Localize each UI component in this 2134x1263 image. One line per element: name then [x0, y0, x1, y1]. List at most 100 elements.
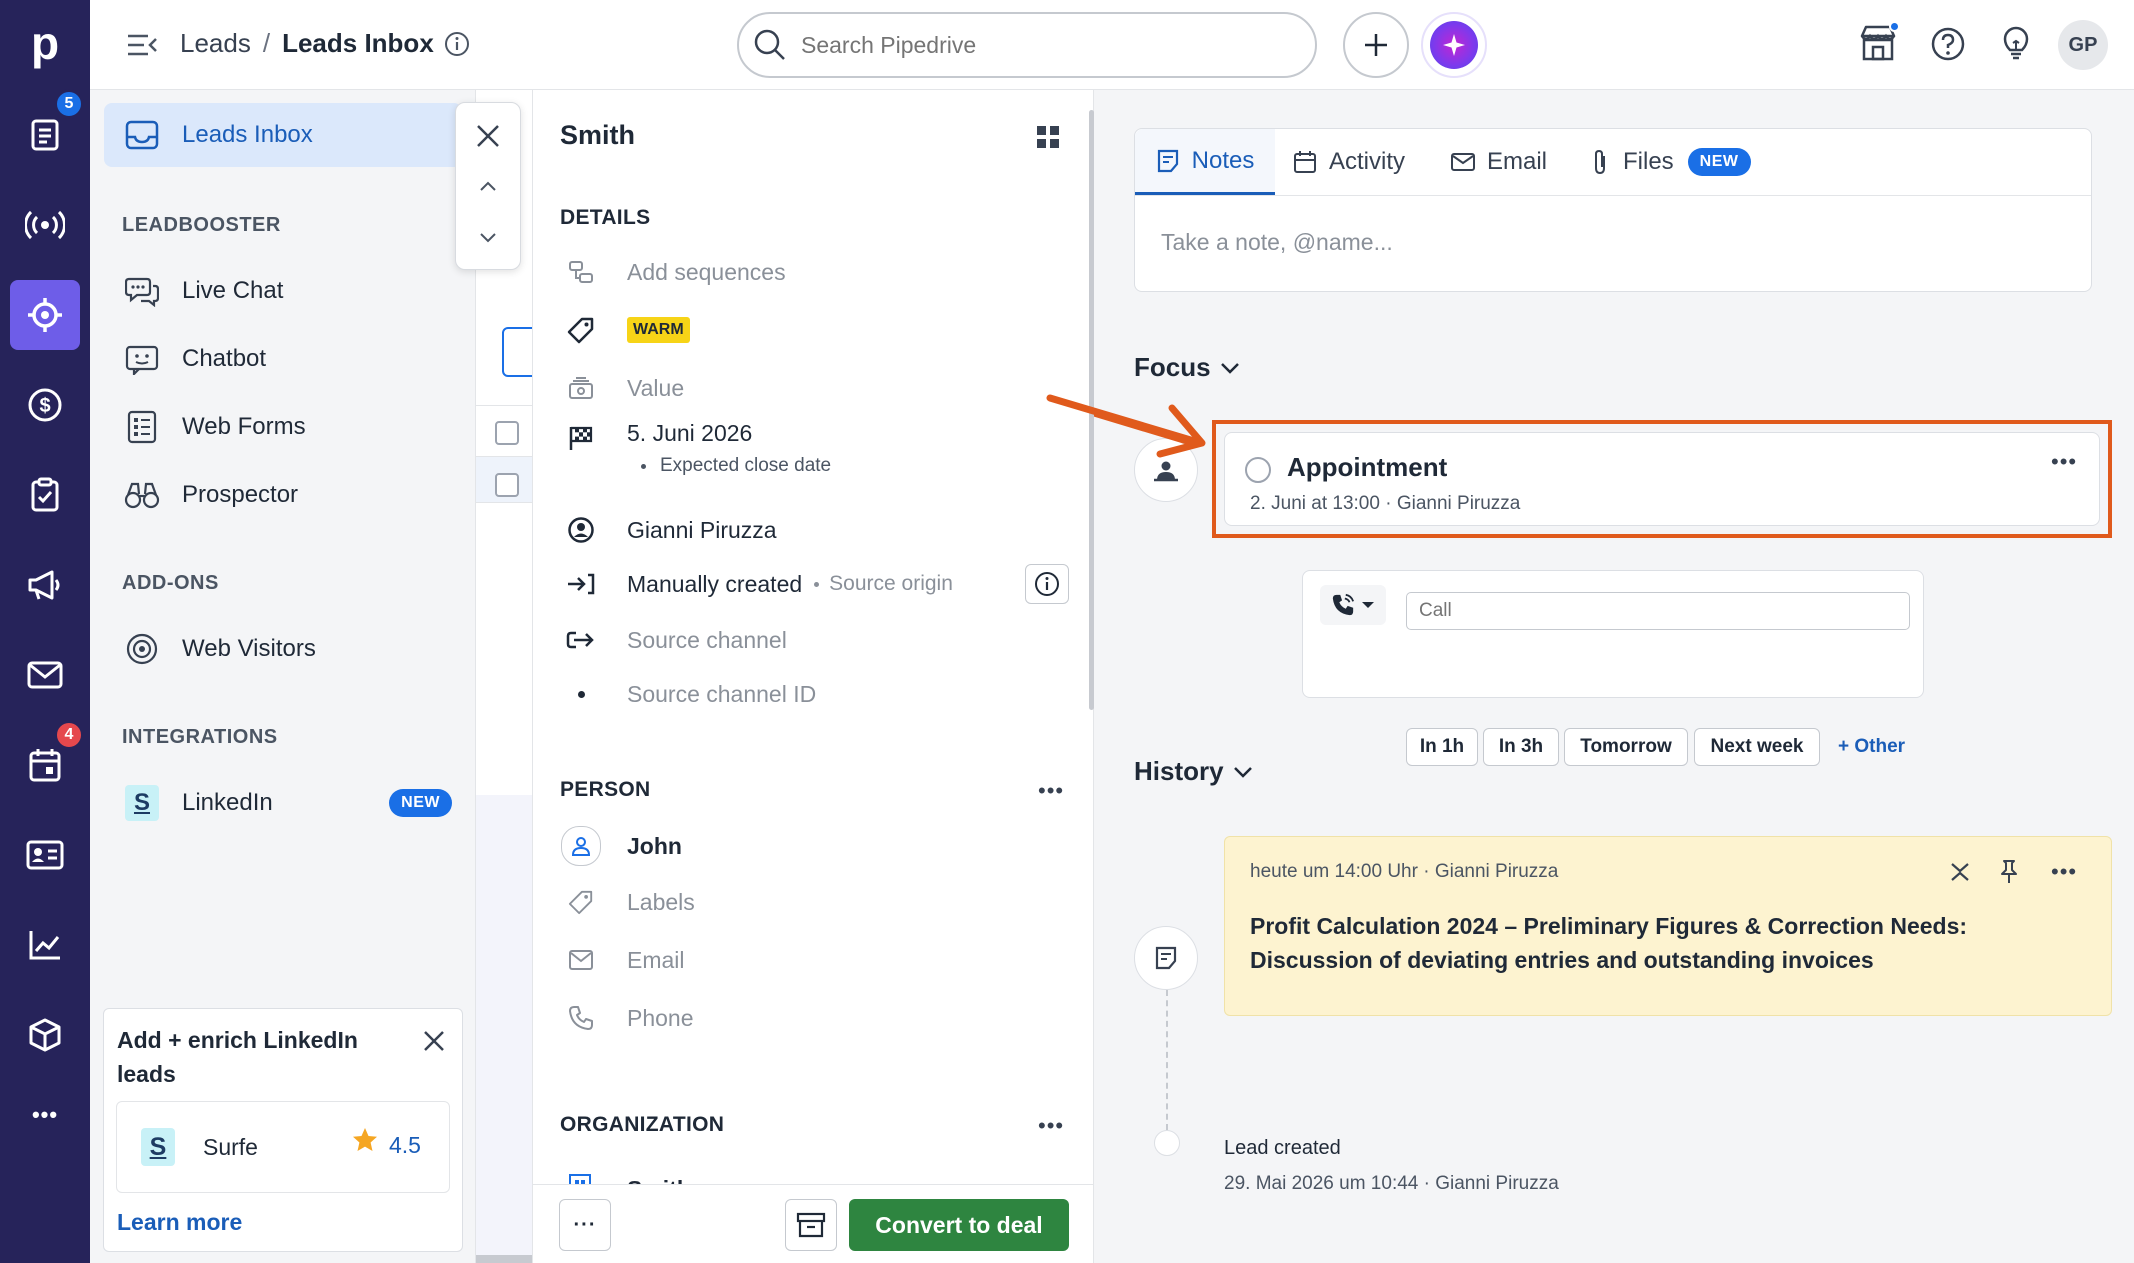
- tab-activity[interactable]: Activity: [1293, 129, 1405, 195]
- nav-products-box-icon[interactable]: [10, 1000, 80, 1070]
- tag-icon: [563, 884, 599, 920]
- sidebar-item-web-visitors[interactable]: Web Visitors: [104, 617, 462, 681]
- appointment-title[interactable]: Appointment: [1287, 452, 1447, 483]
- organization-more-icon[interactable]: •••: [1038, 1113, 1064, 1139]
- person-name[interactable]: John: [627, 833, 682, 860]
- sparkle-icon: [1430, 21, 1478, 69]
- activity-type-dropdown[interactable]: [1320, 585, 1386, 625]
- row-checkbox[interactable]: [495, 421, 519, 445]
- previous-lead-chevron-up-icon[interactable]: [478, 179, 498, 193]
- nav-tasks-clipboard-icon[interactable]: [10, 460, 80, 530]
- source-info-icon[interactable]: [1025, 564, 1069, 604]
- tab-files[interactable]: Files NEW: [1591, 129, 1751, 195]
- nav-broadcast-icon[interactable]: [10, 190, 80, 260]
- user-avatar[interactable]: GP: [2058, 20, 2108, 70]
- close-date-row[interactable]: 5. Juni 2026 Expected close date: [563, 420, 1073, 477]
- next-lead-chevron-down-icon[interactable]: [478, 231, 498, 245]
- schedule-in-1h-button[interactable]: In 1h: [1406, 728, 1478, 766]
- appointment-more-icon[interactable]: •••: [2051, 449, 2077, 475]
- close-date-caption: Expected close date: [660, 455, 832, 476]
- add-sequences-row[interactable]: Add sequences: [563, 254, 1073, 290]
- source-channel-row[interactable]: Source channel: [563, 622, 1073, 658]
- pipedrive-logo[interactable]: p: [25, 18, 65, 68]
- person-more-icon[interactable]: •••: [1038, 778, 1064, 804]
- surfe-app-card[interactable]: S Surfe 4.5: [116, 1101, 450, 1193]
- schedule-other-button[interactable]: + Other: [1838, 736, 1905, 758]
- sidebar-item-label: Live Chat: [182, 277, 284, 304]
- collapse-menu-icon[interactable]: [126, 30, 158, 60]
- nav-insights-chart-icon[interactable]: [10, 910, 80, 980]
- sidebar-item-label: Leads Inbox: [182, 121, 313, 148]
- ai-assistant-button[interactable]: [1421, 12, 1487, 78]
- note-text: Profit Calculation 2024 – Preliminary Fi…: [1250, 913, 1968, 973]
- labels-row[interactable]: WARM: [563, 312, 1073, 348]
- owner-name: Gianni Piruzza: [627, 516, 777, 543]
- appointment-card[interactable]: Appointment 2. Juni at 13:00 · Gianni Pi…: [1224, 432, 2100, 526]
- chevron-down-icon: [1232, 765, 1254, 779]
- sidebar-item-prospector[interactable]: Prospector: [104, 463, 462, 527]
- source-origin-value: Manually created: [627, 570, 803, 597]
- quick-add-button[interactable]: [1343, 12, 1409, 78]
- nav-leads-target-icon[interactable]: [10, 280, 80, 350]
- row-checkbox[interactable]: [495, 473, 519, 497]
- organization-heading: ORGANIZATION: [560, 1113, 725, 1136]
- sidebar-item-linkedin[interactable]: S LinkedIn NEW: [104, 771, 462, 835]
- finish-flag-icon: [563, 420, 599, 456]
- new-badge: NEW: [389, 789, 452, 817]
- value-row[interactable]: Value: [563, 370, 1073, 406]
- calendar-count-badge: 4: [54, 720, 84, 750]
- more-actions-button[interactable]: ···: [559, 1199, 611, 1251]
- schedule-next-week-button[interactable]: Next week: [1694, 728, 1820, 766]
- person-labels-row[interactable]: Labels: [563, 884, 1073, 920]
- breadcrumb-leads[interactable]: Leads: [180, 28, 251, 59]
- collapse-arrows-icon[interactable]: [1949, 861, 1971, 883]
- source-channel-id-row[interactable]: Source channel ID: [563, 676, 1073, 712]
- person-icon: [561, 826, 601, 866]
- help-question-icon[interactable]: [1930, 26, 1966, 62]
- nav-more-icon[interactable]: •••: [10, 1095, 80, 1135]
- marketplace-store-icon[interactable]: [1858, 21, 1900, 62]
- learn-more-link[interactable]: Learn more: [117, 1209, 242, 1236]
- activity-area: Notes Activity Email Files NEW Take a no…: [1046, 90, 2134, 1263]
- surfe-logo: S: [141, 1128, 175, 1166]
- history-section-toggle[interactable]: History: [1134, 756, 1254, 787]
- close-promo-icon[interactable]: [422, 1029, 446, 1053]
- person-phone-row[interactable]: Phone: [563, 1000, 1073, 1036]
- sidebar-item-leads-inbox[interactable]: Leads Inbox: [104, 103, 462, 167]
- activity-subject-input[interactable]: [1406, 592, 1910, 630]
- user-circle-icon: [563, 512, 599, 548]
- layout-grid-icon[interactable]: [1035, 124, 1061, 150]
- search-bar[interactable]: [737, 12, 1317, 78]
- archive-button[interactable]: [785, 1199, 837, 1251]
- person-name-row[interactable]: John: [561, 826, 1073, 866]
- owner-row[interactable]: Gianni Piruzza: [563, 512, 1073, 548]
- plus-icon: [1365, 34, 1387, 56]
- tips-lightbulb-icon[interactable]: [2000, 26, 2032, 62]
- sidebar-item-live-chat[interactable]: Live Chat: [104, 259, 462, 323]
- mark-done-checkbox[interactable]: [1245, 457, 1271, 483]
- person-email-row[interactable]: Email: [563, 942, 1073, 978]
- nav-campaigns-megaphone-icon[interactable]: [10, 550, 80, 620]
- pin-icon[interactable]: [1999, 859, 2019, 885]
- history-note-card[interactable]: heute um 14:00 Uhr · Gianni Piruzza ••• …: [1224, 836, 2112, 1016]
- close-date-value: 5. Juni 2026: [627, 420, 753, 446]
- info-icon[interactable]: [444, 31, 470, 57]
- nav-deals-dollar-icon[interactable]: $: [10, 370, 80, 440]
- warm-label-badge[interactable]: WARM: [627, 317, 690, 343]
- close-panel-icon[interactable]: [475, 123, 501, 149]
- lead-detail-panel: Smith DETAILS Add sequences WARM Value 5…: [532, 90, 1094, 1263]
- nav-mail-icon[interactable]: [10, 640, 80, 710]
- nav-contacts-card-icon[interactable]: [10, 820, 80, 890]
- search-input[interactable]: [799, 30, 1279, 60]
- sidebar-item-chatbot[interactable]: Chatbot: [104, 327, 462, 391]
- source-channel-icon: [563, 622, 599, 658]
- breadcrumb-separator: /: [262, 28, 271, 58]
- sidebar-item-web-forms[interactable]: Web Forms: [104, 395, 462, 459]
- schedule-tomorrow-button[interactable]: Tomorrow: [1564, 728, 1688, 766]
- integrations-heading: INTEGRATIONS: [122, 726, 278, 748]
- source-origin-arrow-icon: [563, 566, 599, 602]
- convert-to-deal-button[interactable]: Convert to deal: [849, 1199, 1069, 1251]
- schedule-in-3h-button[interactable]: In 3h: [1483, 728, 1559, 766]
- note-more-icon[interactable]: •••: [2051, 859, 2077, 885]
- tab-email[interactable]: Email: [1451, 129, 1547, 195]
